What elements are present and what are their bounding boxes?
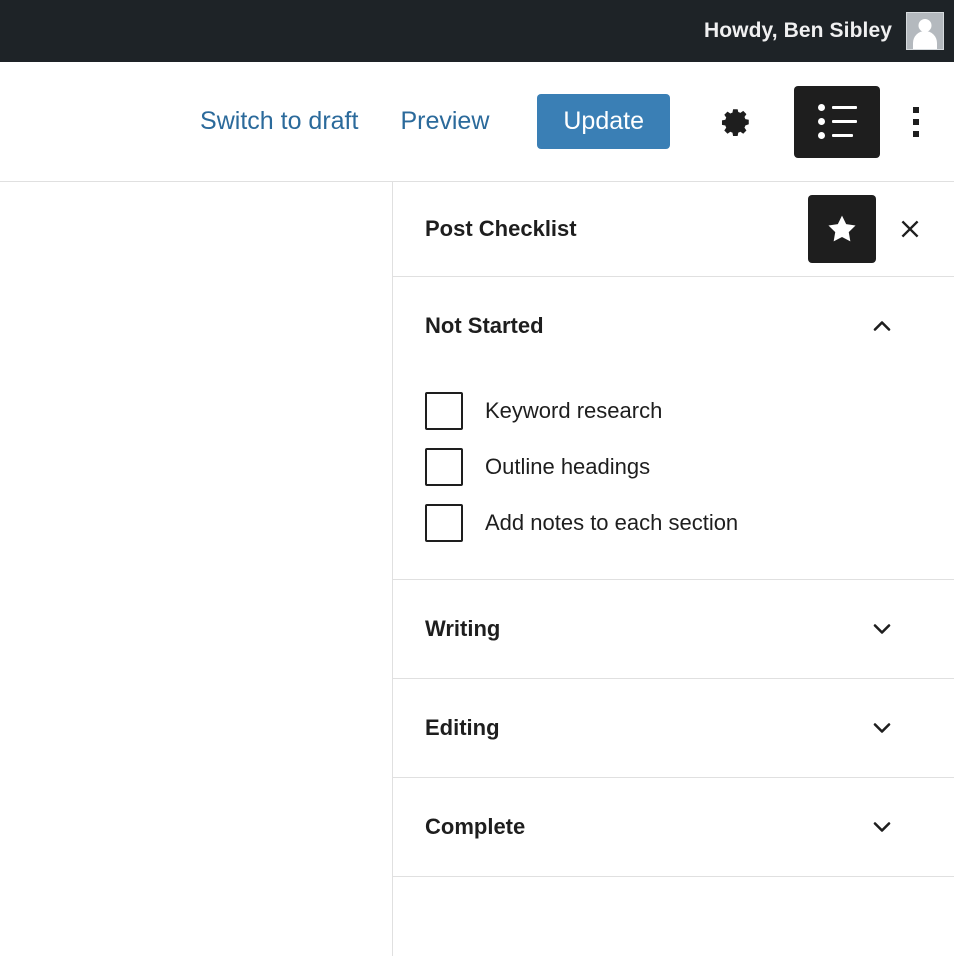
checklist-item-label: Outline headings: [485, 454, 651, 479]
checklist-section-editing: Editing: [393, 679, 954, 778]
section-toggle-complete[interactable]: Complete: [393, 778, 954, 876]
section-toggle-writing[interactable]: Writing: [393, 580, 954, 678]
editor-body: Post Checklist Not Started Keyword resea…: [0, 182, 954, 956]
post-checklist-sidebar: Post Checklist Not Started Keyword resea…: [393, 182, 954, 956]
checklist-section-complete: Complete: [393, 778, 954, 877]
checklist-item[interactable]: Keyword research: [393, 383, 954, 439]
checklist-item[interactable]: Add notes to each section: [393, 495, 954, 551]
section-toggle-not-started[interactable]: Not Started: [393, 277, 954, 375]
user-avatar-icon[interactable]: [906, 12, 944, 50]
section-label: Writing: [425, 616, 501, 641]
chevron-down-icon: [873, 822, 891, 832]
checklist-item-label: Keyword research: [485, 398, 663, 423]
section-label: Complete: [425, 814, 526, 839]
chevron-down-icon: [873, 723, 891, 733]
page-title: Post Checklist: [425, 216, 577, 241]
section-toggle-editing[interactable]: Editing: [393, 679, 954, 777]
checklist-item-label: Add notes to each section: [485, 510, 739, 535]
post-editor-canvas[interactable]: [0, 182, 393, 956]
checkbox-add-notes[interactable]: [425, 504, 463, 542]
pin-panel-button[interactable]: [808, 195, 876, 263]
close-x-icon: [901, 220, 919, 238]
checklist-section-writing: Writing: [393, 580, 954, 679]
section-items-not-started: Keyword research Outline headings Add no…: [393, 375, 954, 579]
gear-icon: [721, 108, 749, 136]
list-view-icon: [817, 104, 857, 139]
checklist-section-not-started: Not Started Keyword research Outline hea…: [393, 277, 954, 580]
editor-header-toolbar: Switch to draft Preview Update: [0, 62, 954, 182]
section-label: Editing: [425, 715, 500, 740]
update-button[interactable]: Update: [537, 94, 670, 149]
switch-to-draft-button[interactable]: Switch to draft: [186, 99, 372, 144]
chevron-up-icon: [873, 321, 891, 331]
section-label: Not Started: [425, 313, 544, 338]
list-view-button[interactable]: [794, 85, 880, 158]
kebab-menu-icon: [913, 106, 919, 137]
checkbox-outline-headings[interactable]: [425, 448, 463, 486]
checkbox-keyword-research[interactable]: [425, 392, 463, 430]
preview-button[interactable]: Preview: [386, 99, 503, 144]
chevron-down-icon: [873, 624, 891, 634]
close-panel-button[interactable]: [882, 201, 938, 257]
howdy-greeting[interactable]: Howdy, Ben Sibley: [704, 19, 892, 43]
admin-bar: Howdy, Ben Sibley: [0, 0, 954, 62]
checklist-item[interactable]: Outline headings: [393, 439, 954, 495]
avatar-body: [913, 31, 937, 49]
settings-button[interactable]: [706, 92, 766, 152]
star-icon: [828, 215, 856, 242]
more-options-button[interactable]: [894, 92, 938, 152]
panel-header: Post Checklist: [393, 182, 954, 277]
